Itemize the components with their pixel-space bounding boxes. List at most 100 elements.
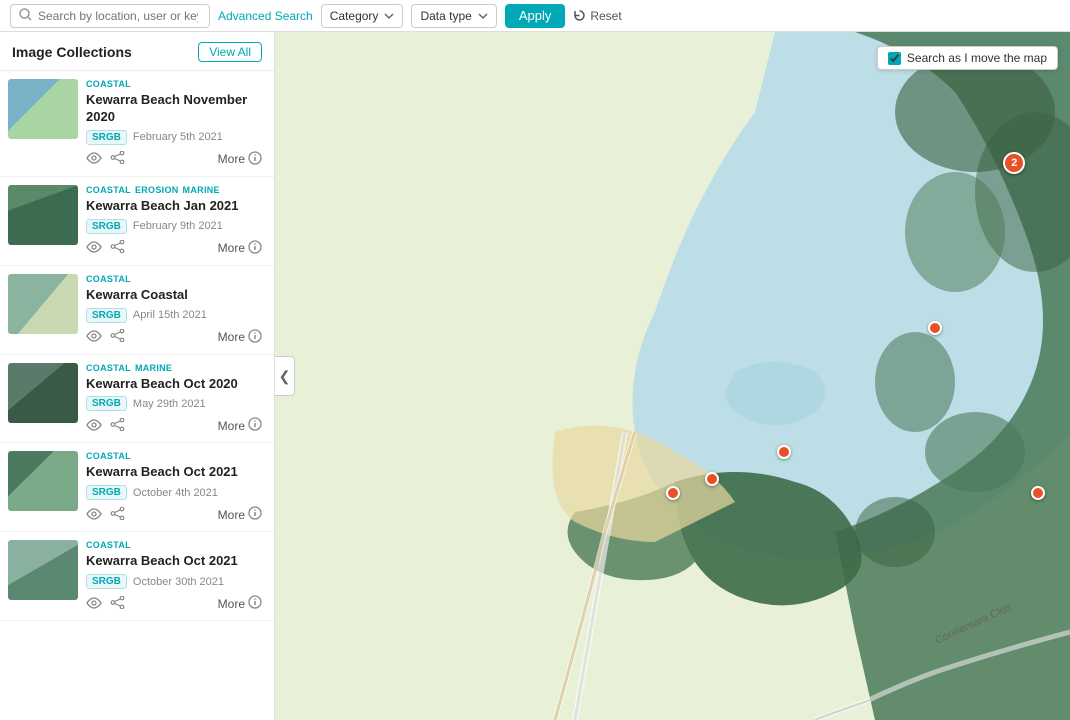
search-input[interactable] bbox=[38, 9, 198, 23]
collection-item-2[interactable]: COASTAL EROSION MARINE Kewarra Beach Jan… bbox=[0, 177, 274, 266]
item-date: February 5th 2021 bbox=[133, 131, 223, 143]
collection-item-4[interactable]: COASTAL MARINE Kewarra Beach Oct 2020 SR… bbox=[0, 355, 274, 444]
eye-icon[interactable] bbox=[86, 507, 102, 523]
share-icon[interactable] bbox=[110, 151, 125, 167]
item-thumbnail bbox=[8, 540, 78, 600]
srgb-badge: SRGB bbox=[86, 308, 127, 323]
eye-icon[interactable] bbox=[86, 596, 102, 612]
item-date: February 9th 2021 bbox=[133, 220, 223, 232]
search-as-move-control: Search as I move the map bbox=[877, 46, 1058, 70]
item-actions: More bbox=[86, 151, 262, 168]
item-actions: More bbox=[86, 506, 262, 523]
map-pin-pin-left-low[interactable] bbox=[666, 486, 680, 500]
sidebar-title: Image Collections bbox=[12, 44, 132, 60]
search-as-move-checkbox[interactable] bbox=[888, 52, 901, 65]
info-icon bbox=[248, 240, 262, 257]
info-icon bbox=[248, 151, 262, 168]
item-thumbnail bbox=[8, 274, 78, 334]
item-thumbnail bbox=[8, 451, 78, 511]
map-pin-pin-center[interactable] bbox=[777, 445, 791, 459]
view-all-button[interactable]: View All bbox=[198, 42, 262, 62]
item-content: COASTAL Kewarra Coastal SRGB April 15th … bbox=[86, 274, 262, 346]
item-tag: COASTAL bbox=[86, 274, 131, 284]
apply-button[interactable]: Apply bbox=[505, 4, 566, 28]
share-icon[interactable] bbox=[110, 596, 125, 612]
chevron-down-icon bbox=[384, 11, 394, 21]
srgb-badge: SRGB bbox=[86, 130, 127, 145]
eye-icon[interactable] bbox=[86, 418, 102, 434]
eye-icon[interactable] bbox=[86, 329, 102, 345]
more-button[interactable]: More bbox=[218, 151, 262, 168]
item-thumbnail bbox=[8, 185, 78, 245]
map-pin-cluster-top-right[interactable]: 2 bbox=[1003, 152, 1025, 174]
item-content: COASTAL MARINE Kewarra Beach Oct 2020 SR… bbox=[86, 363, 262, 435]
item-title: Kewarra Beach Oct 2020 bbox=[86, 376, 262, 393]
map-collapse-button[interactable]: ❮ bbox=[275, 356, 295, 396]
collection-item-5[interactable]: COASTAL Kewarra Beach Oct 2021 SRGB Octo… bbox=[0, 443, 274, 532]
item-tags: COASTAL MARINE bbox=[86, 363, 262, 373]
chevron-left-icon: ❮ bbox=[279, 368, 291, 385]
item-tag: COASTAL bbox=[86, 185, 131, 195]
collection-item-3[interactable]: COASTAL Kewarra Coastal SRGB April 15th … bbox=[0, 266, 274, 355]
map-pin-pin-far-right[interactable] bbox=[1031, 486, 1045, 500]
search-icon bbox=[19, 8, 32, 24]
more-button[interactable]: More bbox=[218, 506, 262, 523]
datatype-dropdown[interactable]: Data type bbox=[411, 4, 496, 28]
item-date: October 4th 2021 bbox=[133, 487, 218, 499]
item-tag: MARINE bbox=[135, 363, 172, 373]
search-as-move-label: Search as I move the map bbox=[907, 51, 1047, 65]
advanced-search-button[interactable]: Advanced Search bbox=[218, 9, 313, 23]
collection-item-6[interactable]: COASTAL Kewarra Beach Oct 2021 SRGB Octo… bbox=[0, 532, 274, 621]
item-content: COASTAL Kewarra Beach Oct 2021 SRGB Octo… bbox=[86, 451, 262, 523]
sidebar: Image Collections View All COASTAL Kewar… bbox=[0, 32, 275, 720]
item-thumbnail bbox=[8, 79, 78, 139]
item-title: Kewarra Beach Oct 2021 bbox=[86, 553, 262, 570]
share-icon[interactable] bbox=[110, 240, 125, 256]
item-content: COASTAL Kewarra Beach Oct 2021 SRGB Octo… bbox=[86, 540, 262, 612]
item-tag: MARINE bbox=[183, 185, 220, 195]
search-box[interactable] bbox=[10, 4, 210, 28]
info-icon bbox=[248, 329, 262, 346]
item-thumbnail bbox=[8, 363, 78, 423]
category-dropdown[interactable]: Category bbox=[321, 4, 404, 28]
srgb-badge: SRGB bbox=[86, 219, 127, 234]
share-icon[interactable] bbox=[110, 329, 125, 345]
item-meta: SRGB April 15th 2021 bbox=[86, 308, 262, 323]
share-icon[interactable] bbox=[110, 507, 125, 523]
item-title: Kewarra Beach November 2020 bbox=[86, 92, 262, 126]
eye-icon[interactable] bbox=[86, 151, 102, 167]
map-pin-pin-left-low2[interactable] bbox=[705, 472, 719, 486]
more-button[interactable]: More bbox=[218, 240, 262, 257]
item-tags: COASTAL bbox=[86, 79, 262, 89]
item-actions: More bbox=[86, 240, 262, 257]
item-date: May 29th 2021 bbox=[133, 398, 206, 410]
map-area[interactable]: ❮ Search as I move the map Connemara Clo… bbox=[275, 32, 1070, 720]
item-meta: SRGB October 4th 2021 bbox=[86, 485, 262, 500]
more-button[interactable]: More bbox=[218, 417, 262, 434]
srgb-badge: SRGB bbox=[86, 485, 127, 500]
item-tag: COASTAL bbox=[86, 79, 131, 89]
more-button[interactable]: More bbox=[218, 595, 262, 612]
datatype-label: Data type bbox=[420, 9, 471, 23]
more-button[interactable]: More bbox=[218, 329, 262, 346]
item-date: April 15th 2021 bbox=[133, 309, 207, 321]
item-tag: COASTAL bbox=[86, 540, 131, 550]
item-meta: SRGB October 30th 2021 bbox=[86, 574, 262, 589]
eye-icon[interactable] bbox=[86, 240, 102, 256]
item-content: COASTAL Kewarra Beach November 2020 SRGB… bbox=[86, 79, 262, 168]
reset-button[interactable]: Reset bbox=[573, 9, 621, 23]
info-icon bbox=[248, 417, 262, 434]
item-tags: COASTAL bbox=[86, 274, 262, 284]
topbar: Advanced Search Category Data type Apply… bbox=[0, 0, 1070, 32]
item-title: Kewarra Coastal bbox=[86, 287, 262, 304]
chevron-down-icon2 bbox=[478, 11, 488, 21]
reset-icon bbox=[573, 9, 586, 22]
map-pin-pin-right-mid[interactable] bbox=[928, 321, 942, 335]
srgb-badge: SRGB bbox=[86, 396, 127, 411]
collection-item-1[interactable]: COASTAL Kewarra Beach November 2020 SRGB… bbox=[0, 71, 274, 177]
item-meta: SRGB February 5th 2021 bbox=[86, 130, 262, 145]
item-tags: COASTAL EROSION MARINE bbox=[86, 185, 262, 195]
share-icon[interactable] bbox=[110, 418, 125, 434]
item-tag: EROSION bbox=[135, 185, 179, 195]
item-content: COASTAL EROSION MARINE Kewarra Beach Jan… bbox=[86, 185, 262, 257]
